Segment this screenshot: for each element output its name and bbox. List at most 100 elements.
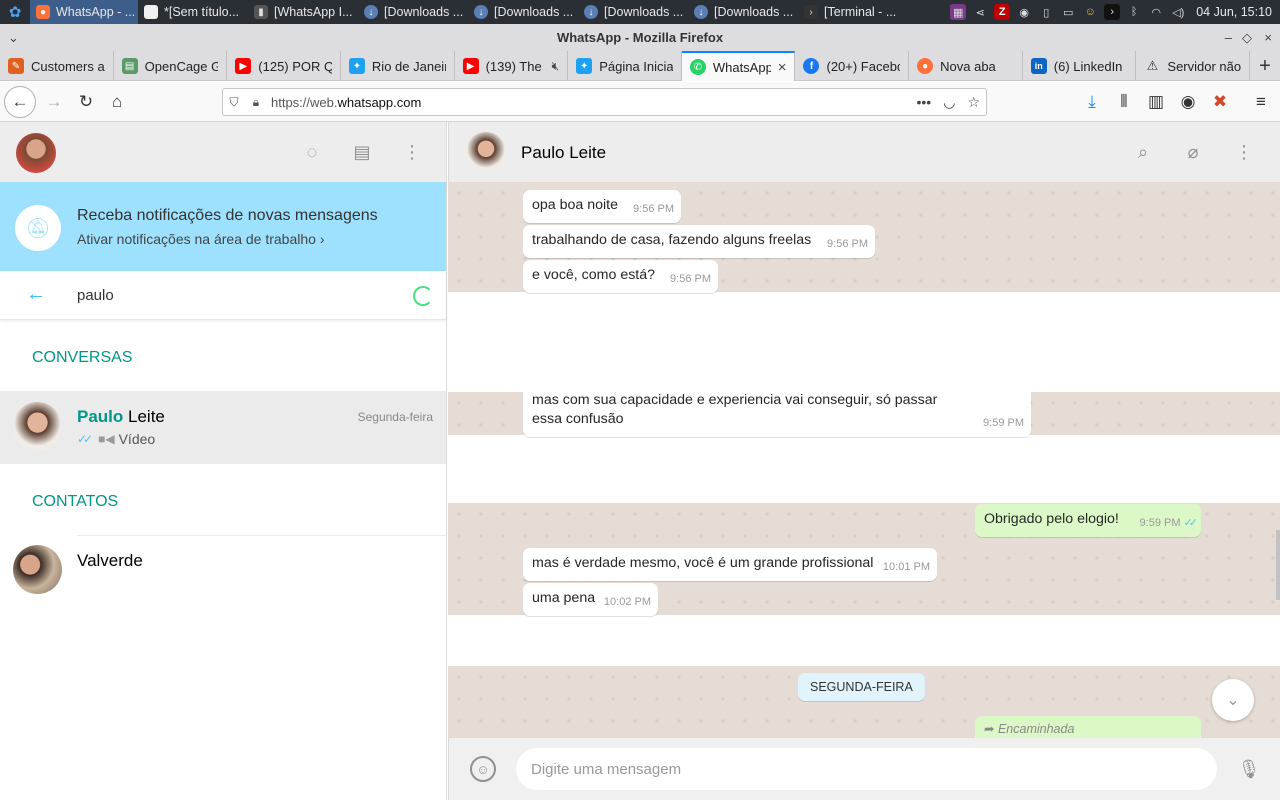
hamburger-menu-icon[interactable]: ≡ <box>1247 88 1275 116</box>
day-separator: SEGUNDA-FEIRA <box>798 673 925 701</box>
enable-notifications-link[interactable]: Ativar notificações na área de trabalho … <box>77 231 324 247</box>
search-back-icon[interactable]: ← <box>26 283 46 306</box>
tab-twitter-home[interactable]: ✦ Página Inicia <box>568 51 682 81</box>
taskbar-item-label: [Terminal - ... <box>824 5 897 19</box>
terminal-icon: › <box>804 5 818 19</box>
forward-button[interactable]: → <box>40 88 68 116</box>
minimize-icon[interactable]: – <box>1225 24 1232 51</box>
bookmark-star-icon[interactable]: ☆ <box>967 94 980 111</box>
extension-icon[interactable]: ✖ <box>1206 88 1234 116</box>
emoji-icon[interactable]: ☺ <box>470 756 496 782</box>
forwarded-label: Encaminhada <box>997 722 1075 736</box>
tab-label: Página Inicia <box>599 58 673 74</box>
home-button[interactable]: ⌂ <box>103 88 131 116</box>
search-input[interactable] <box>77 283 397 307</box>
folder-icon[interactable]: ▭ <box>1060 4 1076 20</box>
bluetooth-icon[interactable]: ᛒ <box>1126 4 1142 20</box>
message-incoming[interactable]: trabalhando de casa, fazendo alguns free… <box>523 225 875 258</box>
contact-list-item[interactable]: Valverde <box>0 535 446 607</box>
bell-off-icon: 🔕︎ <box>15 205 61 251</box>
clipboard-icon[interactable]: ▯ <box>1038 4 1054 20</box>
tab-youtube-the[interactable]: ▶ (139) The 🔇︎ <box>455 51 569 81</box>
new-chat-icon[interactable]: ▤ <box>350 140 374 164</box>
taskbar-item-text-editor[interactable]: *[Sem título... <box>138 0 248 24</box>
url-bar[interactable]: ⛉ 🔒︎ https://web. whatsapp.com ••• ◡ ☆ <box>222 88 987 116</box>
tab-facebook[interactable]: f (20+) Facebo <box>795 51 910 81</box>
close-window-icon[interactable]: × <box>1264 24 1272 51</box>
back-button[interactable]: ← <box>4 86 36 118</box>
shield-icon[interactable]: ⛉ <box>223 95 245 110</box>
tab-linkedin[interactable]: in (6) LinkedIn <box>1023 51 1137 81</box>
taskbar-item-downloads-3[interactable]: ↓ [Downloads ... <box>578 0 688 24</box>
reload-button[interactable]: ↻ <box>72 88 100 116</box>
maximize-icon[interactable]: ◇ <box>1242 24 1252 51</box>
terminal-tray-icon[interactable]: › <box>1104 4 1121 20</box>
account-icon[interactable]: ◉ <box>1174 88 1202 116</box>
forwarded-message[interactable]: ➦ Encaminhada <box>975 716 1201 738</box>
volume-icon[interactable]: ◁) <box>1170 4 1186 20</box>
search-icon[interactable]: ⌕ <box>1131 140 1155 164</box>
tab-new[interactable]: ● Nova aba <box>909 51 1023 81</box>
tab-twitter-rio[interactable]: ✦ Rio de Janeir <box>341 51 455 81</box>
scroll-down-button[interactable]: ⌄ <box>1212 679 1254 721</box>
wifi-icon[interactable]: ◠ <box>1148 4 1164 20</box>
tab-server-error[interactable]: ⚠ Servidor não <box>1136 51 1251 81</box>
conversation-header[interactable]: Paulo Leite ⌕ ⌀ ⋮ <box>448 122 1280 182</box>
tab-opencage[interactable]: ▤ OpenCage G <box>114 51 228 81</box>
media-icon[interactable]: ▦ <box>950 4 967 20</box>
chat-list-item[interactable]: Paulo Leite Segunda-feira ✓✓ ■◀ Vídeo <box>0 391 446 464</box>
share-icon[interactable]: ⋖ <box>972 4 988 20</box>
loading-spinner-icon <box>413 286 433 306</box>
os-menu-icon[interactable]: ✿ <box>0 0 30 24</box>
taskbar-item-whatsapp-installer[interactable]: ▮ [WhatsApp I... <box>248 0 358 24</box>
message-incoming[interactable]: e você, como está? 9:56 PM <box>523 260 718 293</box>
notification-banner[interactable]: 🔕︎ Receba notificações de novas mensagen… <box>0 182 446 271</box>
warning-icon: ⚠ <box>1146 58 1159 73</box>
clock[interactable]: 04 Jun, 15:10 <box>1196 5 1272 19</box>
message-incoming[interactable]: uma pena 10:02 PM <box>523 583 658 616</box>
tab-youtube-por[interactable]: ▶ (125) POR Q <box>227 51 341 81</box>
message-outgoing[interactable]: Obrigado pelo elogio! 9:59 PM ✓✓ <box>975 504 1201 537</box>
sidebar-icon[interactable]: ▥ <box>1142 88 1170 116</box>
taskbar-item-downloads-2[interactable]: ↓ [Downloads ... <box>468 0 578 24</box>
download-icon: ↓ <box>694 5 708 19</box>
conversation-contact-name[interactable]: Paulo Leite <box>521 143 606 163</box>
message-text: opa boa noite <box>532 197 618 213</box>
message-incoming[interactable]: mas é verdade mesmo, você é um grande pr… <box>523 548 937 581</box>
new-tab-button[interactable]: + <box>1250 51 1280 81</box>
updater-icon[interactable]: ☺ <box>1082 4 1098 20</box>
page-actions-icon[interactable]: ••• <box>917 94 932 110</box>
linkedin-icon: in <box>1030 58 1047 74</box>
menu-kebab-icon[interactable]: ⋮ <box>400 140 424 164</box>
pocket-icon[interactable]: ◡ <box>943 94 955 111</box>
microphone-icon[interactable]: 🎙︎ <box>1237 756 1261 782</box>
contact-avatar[interactable] <box>466 132 506 172</box>
taskbar-item-downloads-1[interactable]: ↓ [Downloads ... <box>358 0 468 24</box>
attach-icon[interactable]: ⌀ <box>1181 140 1205 164</box>
tab-customers[interactable]: ✎ Customers a <box>0 51 114 81</box>
my-profile-avatar[interactable] <box>16 133 56 173</box>
taskbar-item-terminal[interactable]: › [Terminal - ... <box>798 0 910 24</box>
message-input[interactable] <box>516 748 1217 790</box>
menu-kebab-icon[interactable]: ⋮ <box>1232 140 1256 164</box>
filezilla-icon[interactable]: Z <box>994 4 1011 20</box>
chat-name: Paulo Leite <box>77 407 165 427</box>
library-icon[interactable]: ⫴ <box>1110 88 1138 116</box>
message-time: 9:56 PM <box>827 238 868 250</box>
tab-label: (125) POR Q <box>258 58 332 74</box>
chat-preview: ✓✓ ■◀ Vídeo <box>77 431 155 447</box>
mute-icon[interactable]: 🔇︎ <box>552 59 560 74</box>
tab-whatsapp[interactable]: ✆ WhatsApp × <box>681 51 796 81</box>
taskbar-item-downloads-4[interactable]: ↓ [Downloads ... <box>688 0 798 24</box>
status-icon[interactable]: ◌ <box>300 140 324 164</box>
scrollbar[interactable] <box>1276 530 1280 600</box>
window-menu-icon[interactable]: ⌄ <box>8 24 19 51</box>
message-incoming[interactable]: opa boa noite 9:56 PM <box>523 190 681 223</box>
taskbar-item-whatsapp[interactable]: ● WhatsApp - ... <box>30 0 138 24</box>
close-tab-icon[interactable]: × <box>778 59 787 76</box>
network-globe-icon[interactable]: ◉ <box>1016 4 1032 20</box>
message-incoming[interactable]: mas com sua capacidade e experiencia vai… <box>523 385 1031 437</box>
downloads-icon[interactable]: ⤓ <box>1078 88 1106 116</box>
url-host: whatsapp.com <box>337 94 422 110</box>
lock-icon[interactable]: 🔒︎ <box>245 95 267 110</box>
